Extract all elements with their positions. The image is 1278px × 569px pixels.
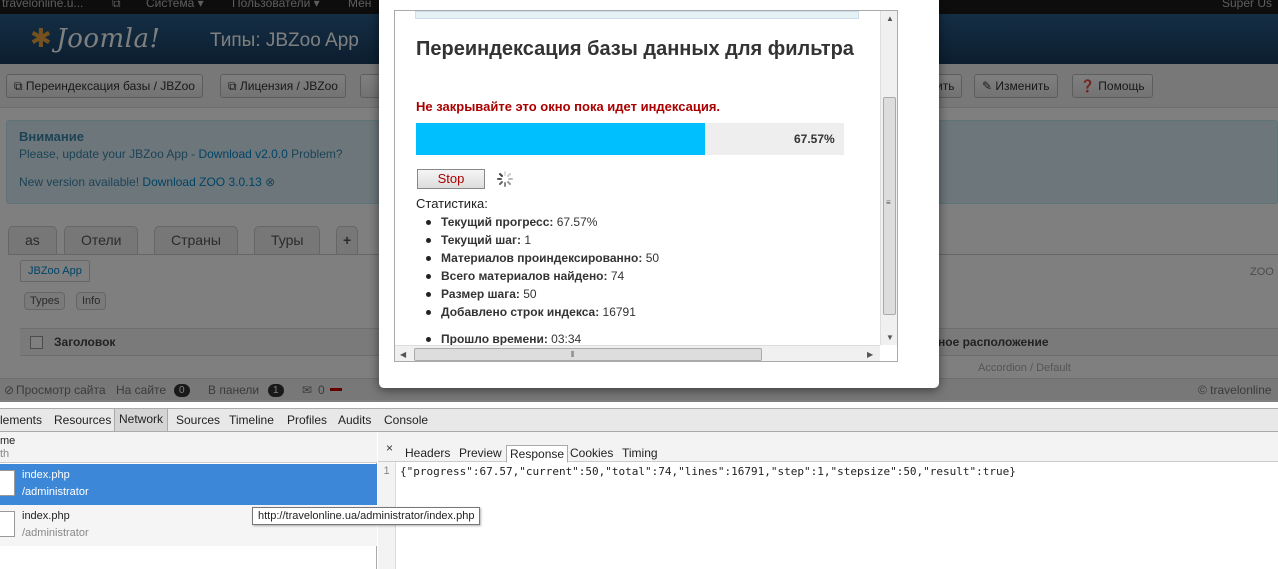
column-name: me <box>0 435 16 447</box>
tab-sources[interactable]: Sources <box>176 413 220 427</box>
tab-console[interactable]: Console <box>384 413 428 427</box>
request-name: index.php <box>22 510 70 522</box>
request-row-selected[interactable]: index.php /administrator <box>0 464 377 505</box>
horizontal-scroll-thumb[interactable]: ⦀ <box>414 348 762 361</box>
tab-response[interactable]: Response <box>506 445 569 463</box>
reindex-title: Переиндексация базы данных для фильтра <box>416 38 854 60</box>
stat-rows-added: Добавлено строк индекса: 16791 <box>426 303 866 321</box>
tab-profiles[interactable]: Profiles <box>287 413 327 427</box>
request-name: index.php <box>22 469 70 481</box>
tab-audits[interactable]: Audits <box>338 413 371 427</box>
request-list-header[interactable]: me th <box>0 432 377 463</box>
frame-top-strip <box>415 11 859 19</box>
stop-button[interactable]: Stop <box>417 169 485 189</box>
grip-icon: ⦀ <box>571 350 575 359</box>
scroll-down-icon[interactable]: ▼ <box>886 333 894 342</box>
vertical-scrollbar[interactable]: ▲ ≡ ▼ <box>880 11 897 345</box>
request-path: /administrator <box>22 527 89 539</box>
tab-timeline[interactable]: Timeline <box>229 413 274 427</box>
screen: travelonline.u... ⧉ Система ▾ Пользовате… <box>0 0 1278 569</box>
reindex-modal: Переиндексация базы данных для фильтра Н… <box>379 0 939 388</box>
vertical-scroll-thumb[interactable]: ≡ <box>883 97 896 315</box>
url-tooltip: http://travelonline.ua/administrator/ind… <box>252 507 481 525</box>
progress-bar-fill <box>416 123 706 155</box>
column-path: th <box>0 448 10 460</box>
detail-tab-bar: × Headers Preview Response Cookies Timin… <box>378 432 1278 463</box>
warning-text: Не закрывайте это окно пока идет индекса… <box>416 99 721 114</box>
response-body[interactable]: {"progress":67.57,"current":50,"total":7… <box>400 465 1016 478</box>
progress-percent: 67.57% <box>794 132 835 146</box>
tab-preview[interactable]: Preview <box>456 445 505 463</box>
horizontal-scrollbar[interactable]: ◀ ⦀ ▶ <box>395 345 880 361</box>
devtools-tab-bar: lements Resources Network Sources Timeli… <box>0 408 1278 432</box>
close-icon[interactable]: × <box>386 441 393 455</box>
tab-headers[interactable]: Headers <box>402 445 453 463</box>
scroll-left-icon[interactable]: ◀ <box>400 350 406 359</box>
stats-list: Текущий прогресс: 67.57% Текущий шаг: 1 … <box>426 213 866 348</box>
progress-bar <box>416 123 844 155</box>
stat-indexed: Материалов проиндексированно: 50 <box>426 249 866 267</box>
grip-icon: ≡ <box>886 198 891 207</box>
scroll-right-icon[interactable]: ▶ <box>867 350 873 359</box>
loading-spinner-icon <box>497 171 513 187</box>
stat-current-progress: Текущий прогресс: 67.57% <box>426 213 866 231</box>
tab-resources[interactable]: Resources <box>54 413 111 427</box>
reindex-frame: Переиндексация базы данных для фильтра Н… <box>394 10 898 362</box>
tab-timing[interactable]: Timing <box>619 445 661 463</box>
document-icon <box>0 511 15 537</box>
stat-total-found: Всего материалов найдено: 74 <box>426 267 866 285</box>
request-detail-panel: × Headers Preview Response Cookies Timin… <box>378 432 1278 569</box>
stats-label: Статистика: <box>416 196 488 211</box>
request-path: /administrator <box>22 486 89 498</box>
tab-elements[interactable]: lements <box>0 413 42 427</box>
tab-network[interactable]: Network <box>114 409 169 431</box>
stat-step-size: Размер шага: 50 <box>426 285 866 303</box>
document-icon <box>0 470 15 496</box>
network-request-list: me th index.php /administrator index.php… <box>0 432 377 569</box>
scroll-up-icon[interactable]: ▲ <box>886 14 894 23</box>
tab-cookies[interactable]: Cookies <box>567 445 616 463</box>
stat-current-step: Текущий шаг: 1 <box>426 231 866 249</box>
